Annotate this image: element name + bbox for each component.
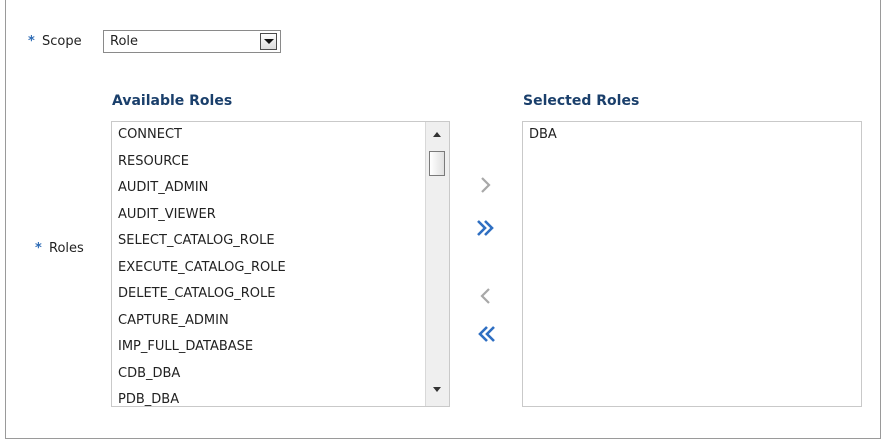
available-roles-heading: Available Roles <box>112 93 233 109</box>
roles-label: Roles <box>49 241 84 256</box>
list-item[interactable]: CDB_DBA <box>118 366 286 394</box>
scope-select[interactable]: Role <box>103 30 281 53</box>
list-item[interactable]: RESOURCE <box>118 154 286 182</box>
move-all-button[interactable] <box>474 218 498 238</box>
list-item[interactable]: SELECT_CATALOG_ROLE <box>118 234 286 261</box>
chevron-right-icon <box>481 177 491 193</box>
scroll-up-icon[interactable] <box>433 132 441 137</box>
scope-select-value: Role <box>110 34 139 49</box>
available-roles-list[interactable]: CONNECT RESOURCE AUDIT_ADMIN AUDIT_VIEWE… <box>111 121 450 407</box>
move-button[interactable] <box>474 175 498 195</box>
list-item[interactable]: CAPTURE_ADMIN <box>118 313 286 341</box>
selected-roles-items: DBA <box>529 128 557 155</box>
scroll-down-icon[interactable] <box>433 387 441 392</box>
chevron-left-icon <box>480 288 490 304</box>
list-item[interactable]: IMP_FULL_DATABASE <box>118 340 286 367</box>
available-list-scrollbar[interactable] <box>425 122 449 406</box>
list-item[interactable]: AUDIT_VIEWER <box>118 207 286 235</box>
selected-roles-list[interactable]: DBA <box>522 121 862 407</box>
scope-required-marker: * <box>28 34 35 49</box>
list-item[interactable]: CONNECT <box>118 128 286 155</box>
list-item[interactable]: DELETE_CATALOG_ROLE <box>118 287 286 314</box>
list-item[interactable]: DBA <box>529 128 557 155</box>
list-item[interactable]: AUDIT_ADMIN <box>118 181 286 208</box>
double-chevron-right-icon <box>477 220 494 236</box>
scrollbar-thumb[interactable] <box>429 151 445 176</box>
available-roles-items: CONNECT RESOURCE AUDIT_ADMIN AUDIT_VIEWE… <box>118 128 286 406</box>
roles-required-marker: * <box>35 241 42 256</box>
selected-roles-heading: Selected Roles <box>523 93 640 109</box>
remove-button[interactable] <box>474 286 498 306</box>
scope-label: Scope <box>42 34 82 49</box>
double-chevron-left-icon <box>478 326 495 342</box>
remove-all-button[interactable] <box>474 324 498 344</box>
list-item[interactable]: EXECUTE_CATALOG_ROLE <box>118 260 286 288</box>
list-item[interactable]: PDB_DBA <box>118 393 286 406</box>
dropdown-arrow-icon[interactable] <box>260 33 277 50</box>
